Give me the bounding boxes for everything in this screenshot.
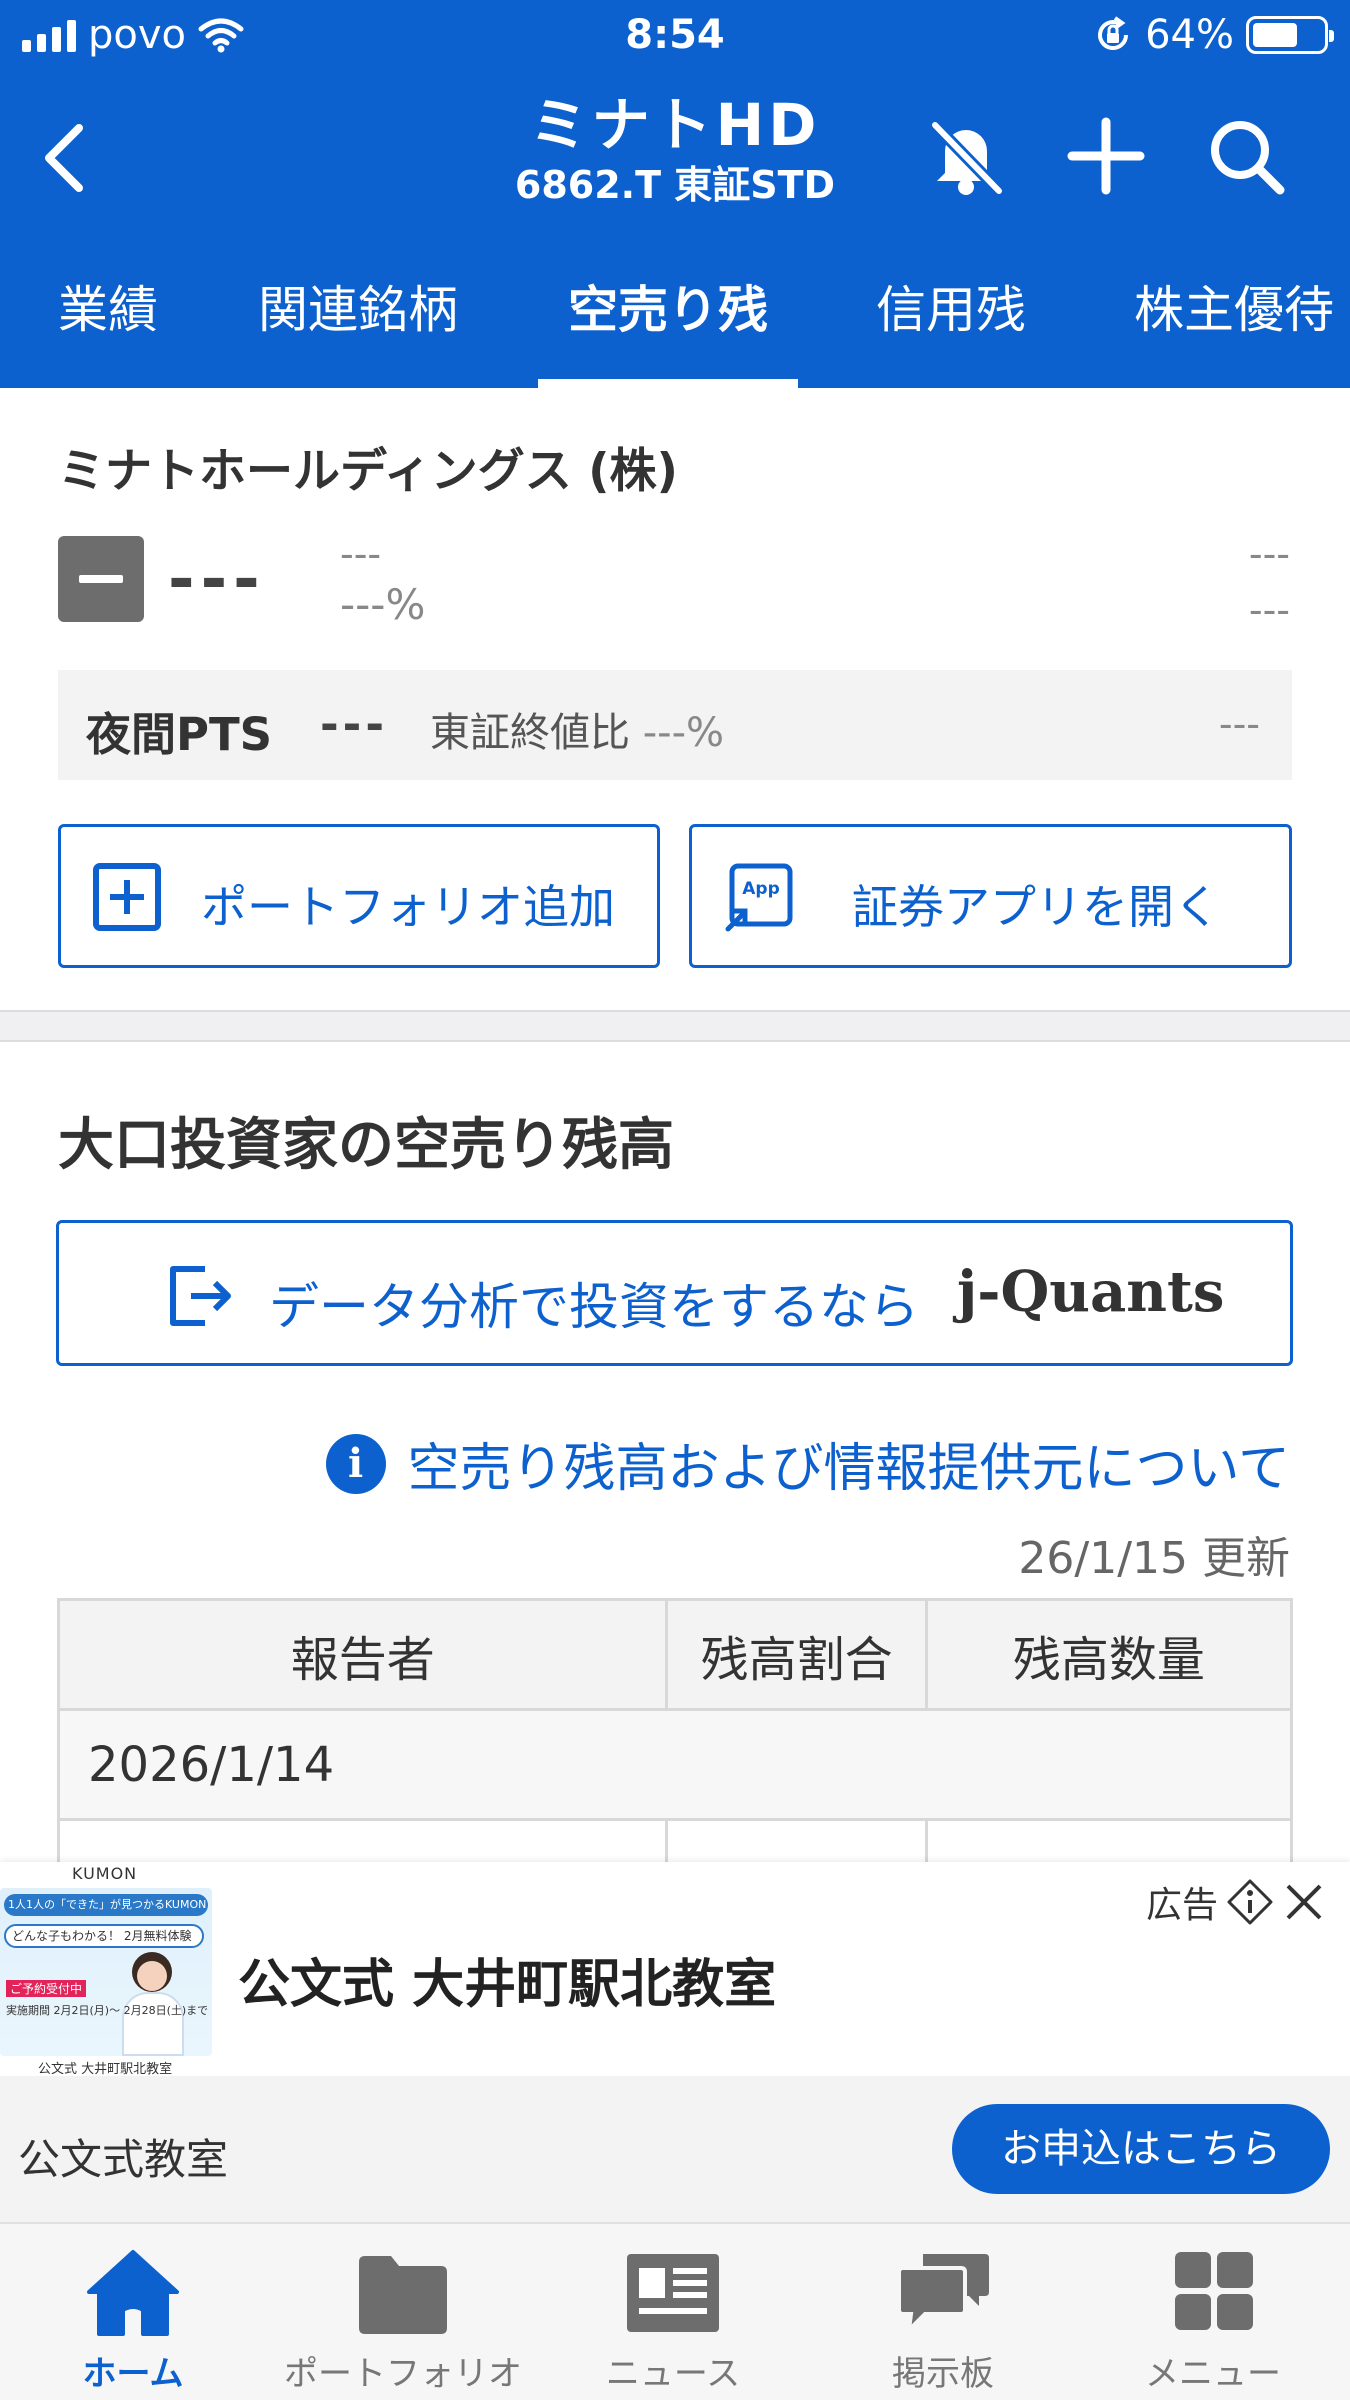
tabbar-label-home: ホーム xyxy=(82,2354,184,2394)
short-selling-table: 報告者 残高割合 残高数量 2026/1/14 xyxy=(56,1598,1294,1881)
status-bar: povo 8:54 64% xyxy=(0,0,1350,74)
table-date-row: 2026/1/14 xyxy=(57,1708,1293,1821)
ad-image-strip: 1人1人の「できた」が見つかるKUMON xyxy=(4,1894,208,1916)
tab-short-interest[interactable]: 空売り残 xyxy=(538,262,798,388)
tabbar-item-home[interactable]: ホーム xyxy=(0,2248,268,2395)
ad-picture: 1人1人の「できた」が見つかるKUMON どんな子もわかる！ 2月無料体験 ご予… xyxy=(0,1888,212,2056)
updated-date: 26/1/15 更新 xyxy=(1018,1533,1290,1584)
open-securities-app-button[interactable]: App 証券アプリを開く xyxy=(689,824,1292,968)
chat-icon xyxy=(897,2254,989,2336)
battery-percent: 64% xyxy=(1145,12,1234,58)
plus-square-icon xyxy=(93,863,161,931)
short-selling-info-link[interactable]: i 空売り残高および情報提供元について xyxy=(325,1426,1290,1501)
pts-compare-value: ---% xyxy=(642,710,725,756)
notification-off-button[interactable] xyxy=(920,110,1012,202)
app-icon-text: App xyxy=(742,879,780,899)
ad-footer: 公文式教室 お申込はこちら xyxy=(0,2076,1350,2222)
jquants-logo: j-Quants xyxy=(957,1259,1225,1325)
app-launch-icon: App xyxy=(725,863,793,932)
external-link-icon xyxy=(170,1266,231,1326)
section-divider xyxy=(0,1010,1350,1042)
folder-icon xyxy=(359,2256,447,2334)
pts-label: 夜間PTS xyxy=(86,708,273,761)
battery-fill xyxy=(1253,23,1297,47)
status-right: 64% xyxy=(1093,12,1334,58)
minus-icon xyxy=(58,536,144,622)
tabbar-item-board[interactable]: 掲示板 xyxy=(808,2248,1078,2395)
add-portfolio-label: ポートフォリオ追加 xyxy=(201,880,615,934)
pts-price: --- xyxy=(320,698,389,751)
price-change-percent: ---% xyxy=(340,580,426,629)
right-value-2: --- xyxy=(1248,588,1290,632)
add-button[interactable] xyxy=(1060,110,1152,202)
tabbar-item-news[interactable]: ニュース xyxy=(538,2248,808,2395)
bottom-tab-bar: ホーム ポートフォリオ ニュース 掲示板 メニュー xyxy=(0,2222,1350,2400)
ad-choices-icon[interactable] xyxy=(1226,1878,1274,1926)
pts-row: 夜間PTS --- 東証終値比 ---% --- xyxy=(58,670,1292,780)
column-header-quantity: 残高数量 xyxy=(924,1598,1294,1711)
ad-main[interactable]: KUMON 1人1人の「できた」が見つかるKUMON どんな子もわかる！ 2月無… xyxy=(0,1862,1350,2077)
column-header-reporter: 報告者 xyxy=(56,1598,669,1711)
close-icon[interactable] xyxy=(1282,1880,1326,1924)
ad-image[interactable]: KUMON 1人1人の「できた」が見つかるKUMON どんな子もわかる！ 2月無… xyxy=(0,1862,214,2077)
open-securities-app-label: 証券アプリを開く xyxy=(852,880,1220,934)
jquants-banner-text: データ分析で投資をするなら xyxy=(269,1278,919,1336)
plus-icon xyxy=(1067,117,1145,195)
tabbar-label-board: 掲示板 xyxy=(892,2354,994,2394)
ad-apply-button[interactable]: お申込はこちら xyxy=(952,2104,1330,2194)
column-header-ratio: 残高割合 xyxy=(665,1598,928,1711)
tab-shareholder-benefits[interactable]: 株主優待 xyxy=(1134,262,1334,388)
right-value-1: --- xyxy=(1248,532,1290,576)
rotation-lock-icon xyxy=(1098,16,1129,51)
tab-related-stocks[interactable]: 関連銘柄 xyxy=(258,262,458,388)
ad-label: 広告 xyxy=(1146,1876,1326,1928)
search-button[interactable] xyxy=(1200,110,1292,202)
home-icon xyxy=(87,2250,179,2336)
ad-image-pill: どんな子もわかる！ 2月無料体験 xyxy=(4,1924,204,1948)
pts-compare: 東証終値比 ---% xyxy=(430,700,724,758)
ad-label-text: 広告 xyxy=(1145,1885,1218,1926)
tab-performance[interactable]: 業績 xyxy=(58,262,158,388)
search-icon xyxy=(1211,121,1285,195)
tabbar-label-portfolio: ポートフォリオ xyxy=(284,2354,522,2394)
bell-off-icon xyxy=(930,120,1004,196)
section-title: 大口投資家の空売り残高 xyxy=(58,1113,674,1178)
ad-sponsor: 公文式教室 xyxy=(18,2135,229,2184)
nav-actions xyxy=(920,110,1292,202)
info-link-label: 空売り残高および情報提供元について xyxy=(407,1439,1290,1499)
ad-banner[interactable]: KUMON 1人1人の「できた」が見つかるKUMON どんな子もわかる！ 2月無… xyxy=(0,1862,1350,2222)
stock-price: --- xyxy=(168,543,266,617)
info-icon: i xyxy=(325,1433,386,1494)
section-tabs: 業績 関連銘柄 空売り残 信用残 株主優待 xyxy=(0,262,1350,388)
ad-image-tag: ご予約受付中 xyxy=(6,1980,87,1997)
ad-image-caption: 公文式 大井町駅北教室 xyxy=(38,2062,173,2077)
pts-right-value: --- xyxy=(1218,702,1260,746)
nav-bar: ミナトHD 6862.T 東証STD xyxy=(0,80,1350,230)
tabbar-label-news: ニュース xyxy=(605,2354,741,2394)
battery-icon xyxy=(1246,16,1334,54)
tab-margin[interactable]: 信用残 xyxy=(876,262,1026,388)
jquants-banner[interactable]: データ分析で投資をするなら j-Quants xyxy=(56,1220,1293,1366)
app-header: povo 8:54 64% ミナトHD 6862.T 東証STD 業績 関連銘柄… xyxy=(0,0,1350,388)
price-change: --- xyxy=(340,532,382,576)
report-date: 2026/1/14 xyxy=(57,1708,1293,1821)
table-header-row: 報告者 残高割合 残高数量 xyxy=(56,1598,1294,1711)
company-name: ミナトホールディングス (株) xyxy=(58,444,679,499)
tabbar-item-menu[interactable]: メニュー xyxy=(1078,2248,1348,2395)
tabbar-item-portfolio[interactable]: ポートフォリオ xyxy=(268,2248,538,2395)
pts-compare-label: 東証終値比 xyxy=(430,710,630,756)
news-icon xyxy=(627,2254,719,2332)
add-portfolio-button[interactable]: ポートフォリオ追加 xyxy=(58,824,660,968)
ad-brand-logo: KUMON xyxy=(72,1864,138,1883)
tabbar-label-menu: メニュー xyxy=(1145,2354,1281,2394)
ad-title[interactable]: 公文式 大井町駅北教室 xyxy=(238,1942,776,2017)
menu-grid-icon xyxy=(1175,2252,1253,2330)
ad-image-period: 実施期間 2月2日(月)〜 2月28日(土)まで xyxy=(6,2004,209,2017)
